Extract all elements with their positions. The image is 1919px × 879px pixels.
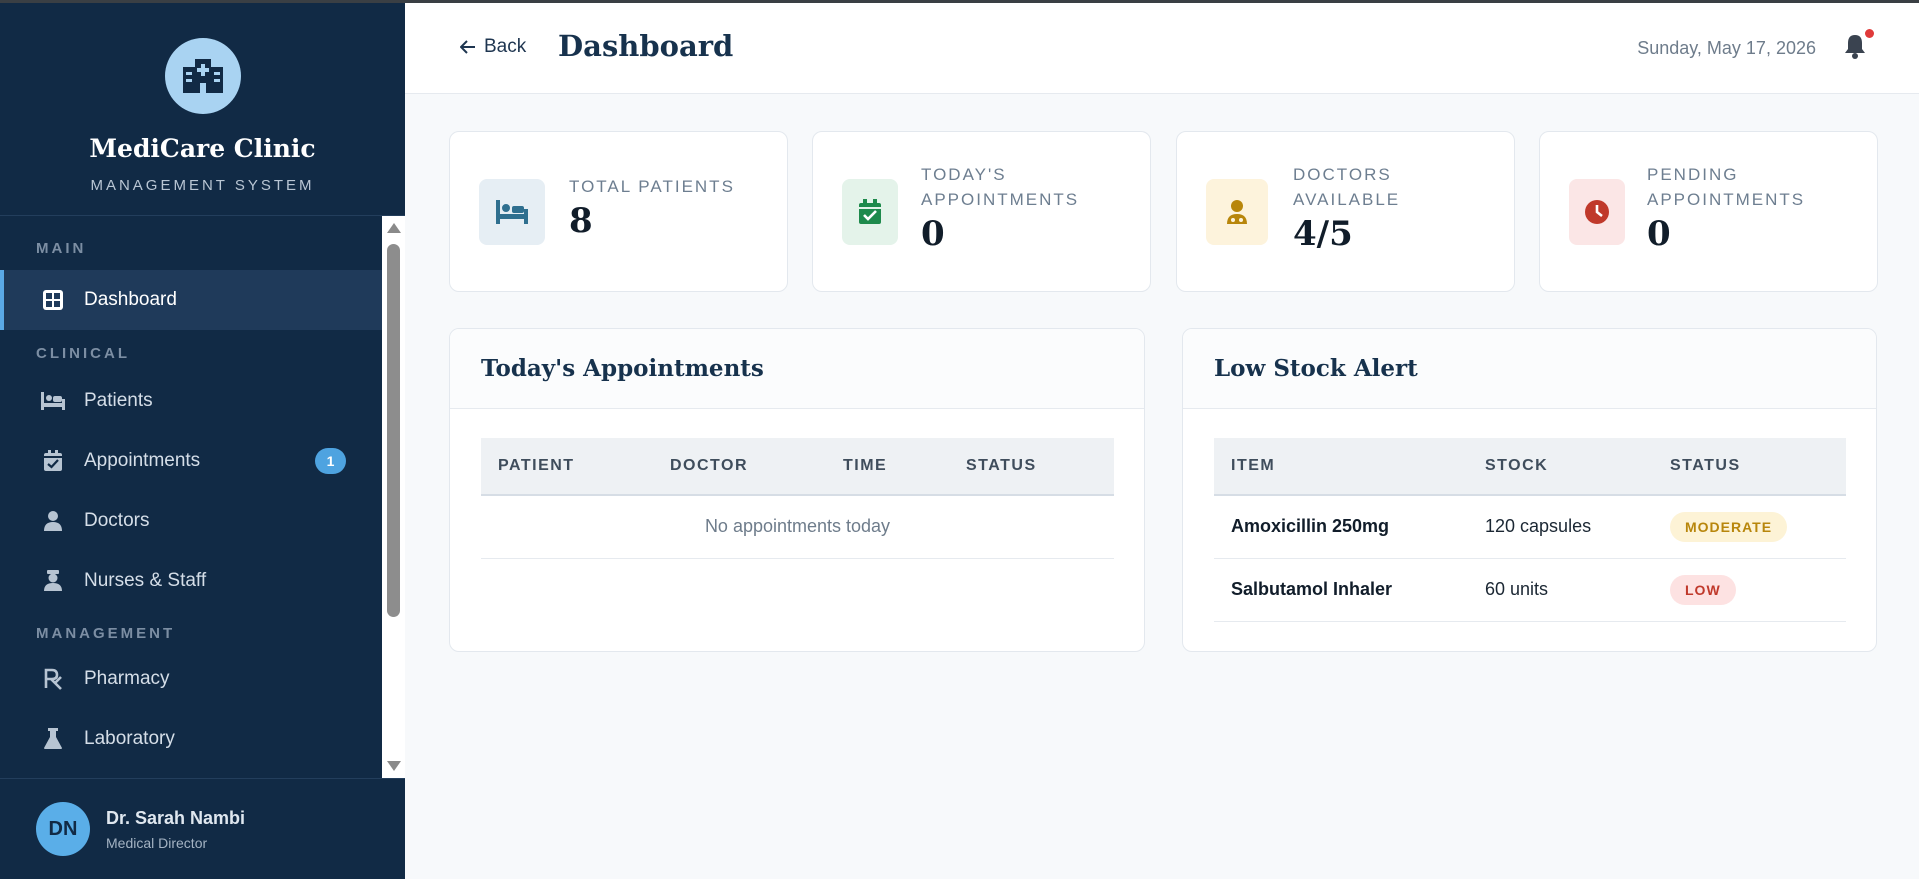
nav-section-main: MAIN — [36, 240, 87, 257]
sidebar-item-label: Patients — [84, 390, 153, 411]
arrow-left-icon — [460, 40, 476, 54]
calendar-check-icon — [842, 179, 898, 245]
stat-value: 0 — [1647, 214, 1671, 254]
status-badge: MODERATE — [1670, 511, 1788, 542]
stock-table: ITEM STOCK STATUS Amoxicillin 250mg 120 … — [1214, 438, 1846, 622]
scroll-down-arrow-icon[interactable] — [387, 761, 401, 771]
stat-card-pending-appointments: PENDING APPOINTMENTS 0 — [1539, 131, 1878, 292]
current-date: Sunday, May 17, 2026 — [1637, 38, 1816, 58]
nav-section-management: MANAGEMENT — [36, 625, 176, 642]
clock-icon — [1569, 179, 1625, 245]
stat-value: 8 — [569, 201, 593, 241]
sidebar-item-dashboard[interactable]: Dashboard — [0, 270, 382, 330]
avatar: DN — [36, 802, 90, 856]
sidebar-item-label: Dashboard — [84, 289, 177, 310]
stat-card-doctors-available: DOCTORS AVAILABLE 4/5 — [1176, 131, 1515, 292]
sidebar-item-label: Laboratory — [84, 728, 175, 749]
low-stock-panel: Low Stock Alert ITEM STOCK STATUS Amoxic… — [1182, 328, 1877, 652]
page-title: Dashboard — [558, 29, 734, 63]
todays-appointments-panel: Today's Appointments PATIENT DOCTOR TIME… — [449, 328, 1145, 652]
column-header: ITEM — [1231, 457, 1276, 474]
flask-icon — [40, 726, 66, 752]
user-profile[interactable]: DN Dr. Sarah Nambi Medical Director — [0, 778, 405, 879]
column-header: STATUS — [1670, 457, 1741, 474]
appointments-count-badge: 1 — [315, 448, 346, 474]
calendar-check-icon — [40, 448, 66, 474]
stock-amount: 120 capsules — [1485, 516, 1592, 537]
nurse-icon — [40, 568, 66, 594]
column-header: DOCTOR — [670, 457, 749, 474]
stock-amount: 60 units — [1485, 579, 1549, 599]
back-button[interactable]: Back — [460, 36, 526, 58]
table-header-row: ITEM STOCK STATUS — [1214, 438, 1846, 495]
notification-dot — [1865, 29, 1874, 38]
sidebar-scrollbar[interactable] — [382, 216, 405, 778]
panel-title: Today's Appointments — [481, 355, 764, 382]
stat-label: DOCTORS AVAILABLE — [1293, 165, 1401, 209]
scroll-up-arrow-icon[interactable] — [387, 223, 401, 233]
window-top-border — [0, 0, 1919, 3]
sidebar-item-appointments[interactable]: Appointments 1 — [0, 431, 382, 491]
stat-label: TODAY'S APPOINTMENTS — [921, 165, 1080, 209]
hospital-icon — [164, 38, 241, 114]
sidebar-item-label: Appointments — [84, 450, 201, 471]
empty-row: No appointments today — [481, 495, 1114, 558]
brand-subtitle: MANAGEMENT SYSTEM — [90, 177, 315, 194]
prescription-icon — [40, 666, 66, 692]
user-role: Medical Director — [106, 834, 208, 851]
sidebar-item-pharmacy[interactable]: Pharmacy — [0, 649, 382, 709]
column-header: TIME — [843, 457, 888, 474]
empty-message: No appointments today — [704, 516, 891, 537]
nav-section-clinical: CLINICAL — [36, 345, 130, 362]
bed-icon — [479, 179, 545, 245]
sidebar-nav: MAIN Dashboard CLINICAL Patients Appoint… — [0, 216, 382, 778]
brand-name: MediCare Clinic — [89, 134, 316, 163]
back-label: Back — [484, 36, 527, 57]
stat-card-total-patients: TOTAL PATIENTS 8 — [449, 131, 788, 292]
brand-block: MediCare Clinic MANAGEMENT SYSTEM — [0, 0, 405, 216]
panel-title: Low Stock Alert — [1214, 355, 1418, 382]
sidebar-item-label: Doctors — [84, 510, 150, 531]
column-header: STATUS — [966, 457, 1037, 474]
scroll-thumb[interactable] — [387, 244, 400, 617]
table-row: Amoxicillin 250mg 120 capsules MODERATE — [1214, 495, 1846, 558]
column-header: STOCK — [1485, 457, 1549, 474]
sidebar-item-laboratory[interactable]: Laboratory — [0, 709, 382, 769]
stat-label: PENDING APPOINTMENTS — [1647, 165, 1806, 209]
top-header: Back Dashboard Sunday, May 17, 2026 — [405, 3, 1919, 94]
appointments-table: PATIENT DOCTOR TIME STATUS No appointmen… — [481, 438, 1114, 559]
sidebar-item-label: Nurses & Staff — [84, 570, 207, 591]
user-name: Dr. Sarah Nambi — [106, 807, 246, 828]
item-name: Amoxicillin 250mg — [1231, 516, 1390, 537]
table-row: Salbutamol Inhaler 60 units LOW — [1214, 558, 1846, 621]
doctor-icon — [1206, 179, 1268, 245]
item-name: Salbutamol Inhaler — [1231, 579, 1393, 599]
sidebar-item-label: Pharmacy — [84, 668, 170, 689]
stat-label: TOTAL PATIENTS — [569, 177, 735, 196]
sidebar-item-nurses-staff[interactable]: Nurses & Staff — [0, 551, 382, 611]
status-badge: LOW — [1670, 574, 1736, 605]
stat-value: 4/5 — [1293, 214, 1353, 254]
doctor-icon — [40, 508, 66, 534]
bed-icon — [40, 388, 66, 414]
stat-value: 0 — [921, 214, 945, 254]
stat-card-todays-appointments: TODAY'S APPOINTMENTS 0 — [812, 131, 1151, 292]
sidebar: MediCare Clinic MANAGEMENT SYSTEM MAIN D… — [0, 0, 405, 879]
table-header-row: PATIENT DOCTOR TIME STATUS — [481, 438, 1114, 495]
grid-icon — [40, 287, 66, 313]
sidebar-item-patients[interactable]: Patients — [0, 371, 382, 431]
sidebar-item-doctors[interactable]: Doctors — [0, 491, 382, 551]
column-header: PATIENT — [498, 457, 575, 474]
